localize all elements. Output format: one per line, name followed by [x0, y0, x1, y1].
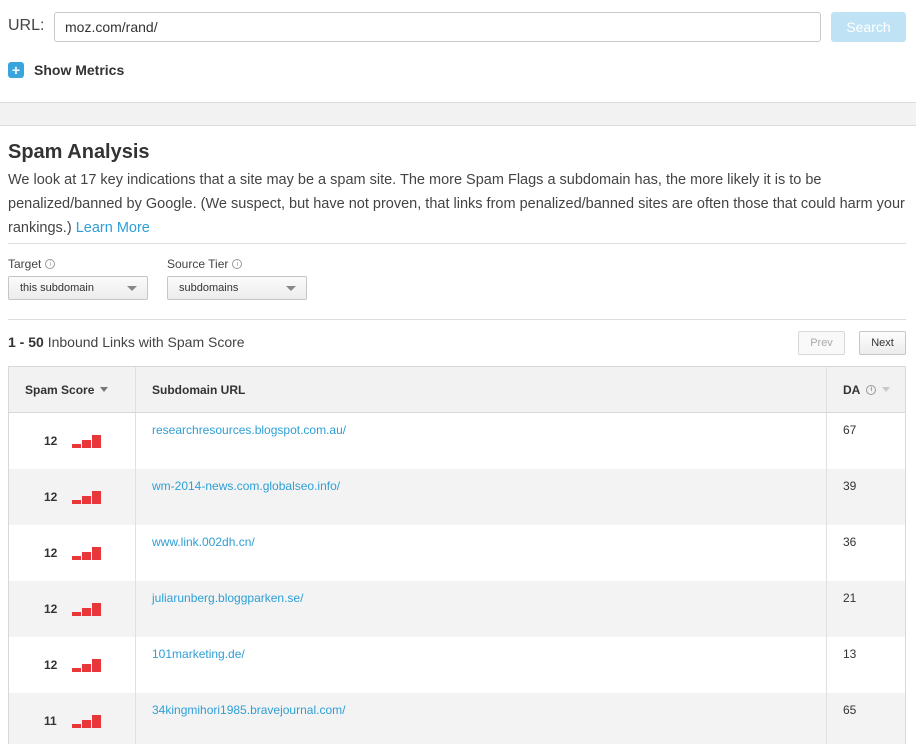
spam-score-cell: 12	[9, 413, 136, 469]
url-cell: www.link.002dh.cn/	[136, 525, 827, 581]
section-title: Spam Analysis	[8, 141, 150, 163]
spam-score-cell: 12	[9, 469, 136, 525]
target-filter: Target i this subdomain	[8, 257, 148, 300]
spam-bars-icon	[72, 546, 101, 560]
plus-icon: +	[8, 62, 24, 78]
spam-score-cell: 12	[9, 637, 136, 693]
source-tier-select-value: subdomains	[179, 282, 239, 294]
subdomain-url-header-label: Subdomain URL	[152, 382, 246, 397]
section-description: We look at 17 key indications that a sit…	[8, 168, 906, 240]
subdomain-link[interactable]: wm-2014-news.com.globalseo.info/	[152, 479, 340, 493]
da-cell: 39	[843, 479, 857, 493]
spam-score-cell: 12	[9, 525, 136, 581]
url-cell: 101marketing.de/	[136, 637, 827, 693]
url-cell: researchresources.blogspot.com.au/	[136, 413, 827, 469]
inbound-links-table: Spam Score Subdomain URL DA i 12 researc…	[8, 366, 906, 744]
da-header[interactable]: DA i	[827, 367, 905, 412]
da-cell: 67	[843, 423, 857, 437]
subdomain-link[interactable]: 34kingmihori1985.bravejournal.com/	[152, 703, 345, 717]
spam-bars-icon	[72, 490, 101, 504]
info-icon[interactable]: i	[866, 384, 877, 395]
source-tier-label-text: Source Tier	[167, 257, 229, 271]
show-metrics-toggle[interactable]: + Show Metrics	[8, 62, 124, 78]
table-row: 12 101marketing.de/ 13	[9, 637, 905, 693]
show-metrics-label: Show Metrics	[34, 62, 125, 78]
prev-button[interactable]: Prev	[798, 331, 845, 355]
table-row: 11 34kingmihori1985.bravejournal.com/ 65	[9, 693, 905, 744]
url-label: URL:	[8, 17, 45, 34]
da-cell: 13	[843, 647, 857, 661]
info-icon[interactable]: i	[45, 259, 56, 269]
table-row: 12 wm-2014-news.com.globalseo.info/ 39	[9, 469, 905, 525]
spam-score-cell: 11	[9, 693, 136, 744]
info-icon[interactable]: i	[232, 259, 243, 269]
spam-analysis-section: Spam Analysis We look at 17 key indicati…	[8, 140, 906, 240]
url-cell: 34kingmihori1985.bravejournal.com/	[136, 693, 827, 744]
target-label: Target i	[8, 257, 148, 271]
divider	[8, 319, 906, 320]
spam-bars-icon	[72, 602, 101, 616]
target-label-text: Target	[8, 257, 42, 271]
results-range: 1 - 50	[8, 334, 44, 350]
spam-score-header[interactable]: Spam Score	[9, 367, 136, 412]
results-count: 1 - 50 Inbound Links with Spam Score	[8, 334, 245, 350]
spam-score-value: 12	[44, 658, 58, 672]
spam-bars-icon	[72, 658, 101, 672]
spam-score-value: 12	[44, 434, 58, 448]
subdomain-link[interactable]: www.link.002dh.cn/	[152, 535, 255, 549]
spam-score-value: 11	[44, 714, 57, 728]
source-tier-label: Source Tier i	[167, 257, 307, 271]
spam-bars-icon	[72, 714, 101, 728]
spam-score-header-label: Spam Score	[25, 382, 95, 397]
subdomain-link[interactable]: researchresources.blogspot.com.au/	[152, 423, 346, 437]
url-bar: URL: Search	[0, 0, 916, 52]
sort-desc-icon	[100, 387, 109, 392]
da-cell: 36	[843, 535, 857, 549]
chevron-down-icon	[127, 285, 137, 291]
target-select[interactable]: this subdomain	[8, 276, 148, 300]
target-select-value: this subdomain	[20, 282, 94, 294]
results-suffix: Inbound Links with Spam Score	[43, 334, 245, 350]
spam-score-cell: 12	[9, 581, 136, 637]
url-input[interactable]	[54, 12, 821, 42]
da-header-label: DA	[843, 382, 861, 397]
table-row: 12 researchresources.blogspot.com.au/ 67	[9, 413, 905, 469]
da-cell: 65	[843, 703, 857, 717]
table-row: 12 juliarunberg.bloggparken.se/ 21	[9, 581, 905, 637]
section-separator	[0, 102, 916, 126]
next-button[interactable]: Next	[859, 331, 906, 355]
sort-icon	[882, 387, 891, 392]
search-button[interactable]: Search	[831, 12, 906, 42]
url-cell: juliarunberg.bloggparken.se/	[136, 581, 827, 637]
subdomain-link[interactable]: juliarunberg.bloggparken.se/	[152, 591, 303, 605]
table-row: 12 www.link.002dh.cn/ 36	[9, 525, 905, 581]
spam-score-value: 12	[44, 490, 58, 504]
spam-score-value: 12	[44, 546, 58, 560]
source-tier-filter: Source Tier i subdomains	[167, 257, 307, 300]
learn-more-link[interactable]: Learn More	[76, 220, 150, 236]
source-tier-select[interactable]: subdomains	[167, 276, 307, 300]
da-cell: 21	[843, 591, 857, 605]
url-cell: wm-2014-news.com.globalseo.info/	[136, 469, 827, 525]
divider	[8, 243, 906, 244]
subdomain-url-header: Subdomain URL	[136, 367, 827, 412]
table-header: Spam Score Subdomain URL DA i	[9, 367, 905, 413]
spam-score-value: 12	[44, 602, 58, 616]
spam-bars-icon	[72, 434, 101, 448]
chevron-down-icon	[286, 285, 296, 291]
subdomain-link[interactable]: 101marketing.de/	[152, 647, 245, 661]
